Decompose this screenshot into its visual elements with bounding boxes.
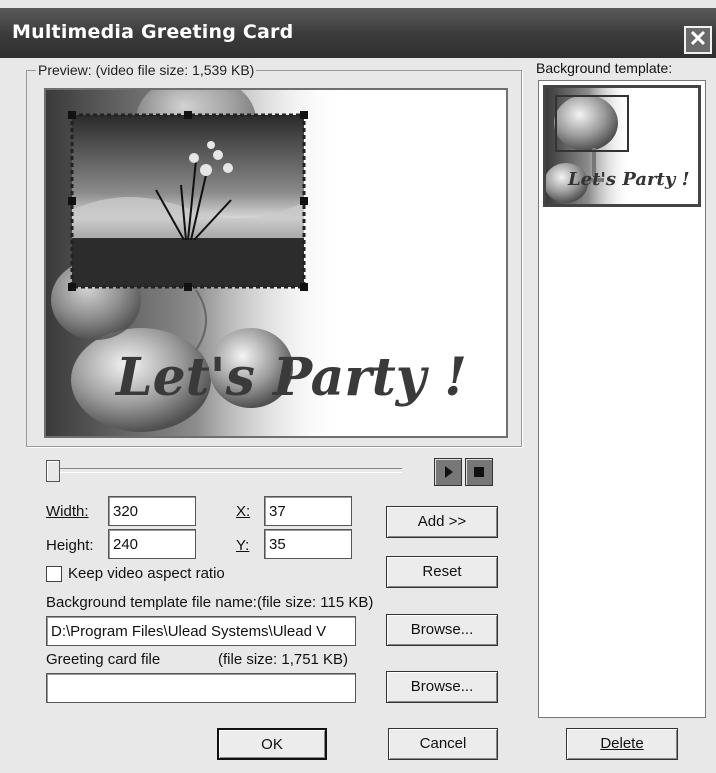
width-field[interactable]	[108, 496, 196, 526]
width-label-text: Width:	[46, 503, 89, 520]
preview-image: Let's Party !	[46, 90, 506, 436]
x-field[interactable]	[264, 496, 352, 526]
template-thumbnail-text: Let's Party !	[567, 169, 689, 190]
add-button[interactable]: Add >>	[386, 506, 498, 538]
y-field[interactable]	[264, 529, 352, 559]
reset-button-label: Reset	[422, 563, 462, 580]
greeting-file-label: Greeting card file	[46, 651, 161, 668]
browse-greeting-button-label: Browse...	[410, 678, 474, 695]
stop-icon[interactable]	[465, 458, 493, 486]
height-field[interactable]	[108, 529, 196, 559]
preview-overlay-text: Let's Party !	[114, 347, 467, 408]
template-label: Background template:	[536, 60, 673, 76]
browse-bg-button[interactable]: Browse...	[386, 614, 498, 646]
window-title: Multimedia Greeting Card	[12, 21, 294, 43]
greeting-file-field[interactable]	[46, 673, 356, 703]
cancel-button-label: Cancel	[419, 735, 467, 752]
reset-button[interactable]: Reset	[386, 556, 498, 588]
y-label: Y:	[236, 537, 250, 554]
template-list[interactable]: Let's Party !	[538, 80, 706, 718]
close-icon[interactable]: ✕	[684, 26, 712, 54]
timeline-slider-track[interactable]	[46, 468, 402, 473]
bg-file-label: Background template file name:(file size…	[46, 594, 374, 611]
keep-aspect-label[interactable]: Keep video aspect ratio	[68, 565, 225, 582]
browse-greeting-button[interactable]: Browse...	[386, 671, 498, 703]
template-thumbnail-image: Let's Party !	[546, 88, 698, 204]
delete-button[interactable]: Delete	[566, 728, 678, 760]
cancel-button[interactable]: Cancel	[388, 728, 498, 760]
template-thumbnail[interactable]: Let's Party !	[543, 85, 701, 207]
keep-aspect-checkbox[interactable]	[46, 566, 62, 582]
title-bar: Multimedia Greeting Card ✕	[0, 8, 716, 58]
height-label: Height:	[46, 537, 94, 554]
dialog-window: Multimedia Greeting Card ✕ Preview: (vid…	[0, 0, 716, 773]
greeting-file-size: (file size: 1,751 KB)	[218, 651, 349, 668]
add-button-label: Add >>	[417, 513, 467, 530]
play-icon[interactable]	[434, 458, 462, 486]
preview-label: Preview: (video file size: 1,539 KB)	[36, 62, 257, 78]
ok-button-label: OK	[261, 736, 283, 753]
browse-bg-button-label: Browse...	[410, 621, 474, 638]
delete-button-label: Delete	[600, 735, 644, 752]
bg-file-field[interactable]	[46, 616, 356, 646]
preview-canvas: Let's Party !	[44, 88, 508, 438]
timeline-slider-thumb[interactable]	[46, 460, 60, 482]
width-label: Width:	[46, 503, 89, 520]
x-label: X:	[236, 503, 251, 520]
ok-button[interactable]: OK	[217, 728, 327, 760]
